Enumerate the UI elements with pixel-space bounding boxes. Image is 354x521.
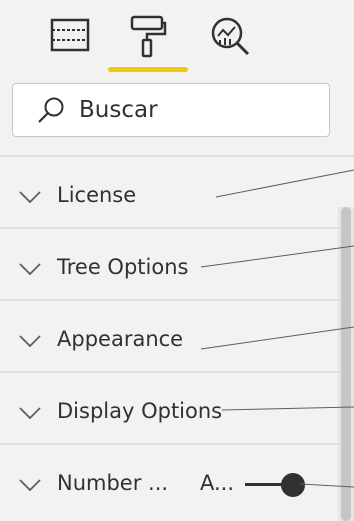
section-label: License: [57, 183, 137, 207]
search-icon: [38, 97, 64, 123]
section-label: Number ...: [57, 471, 169, 495]
chevron-down-icon: [19, 191, 41, 204]
fields-grid-icon: [50, 18, 90, 52]
section-license[interactable]: License: [0, 159, 340, 229]
chevron-down-icon: [19, 263, 41, 276]
analytics-magnifier-icon: [211, 17, 250, 56]
pane-toolbar: [0, 0, 354, 78]
analytics-tab[interactable]: [202, 14, 258, 64]
section-label: Display Options: [57, 399, 223, 423]
chevron-down-icon: [19, 479, 41, 492]
search-placeholder: Buscar: [79, 97, 158, 123]
section-display-options[interactable]: Display Options: [0, 375, 340, 445]
section-tree-options[interactable]: Tree Options: [0, 231, 340, 301]
paint-roller-icon: [130, 15, 167, 58]
section-label: Appearance: [57, 327, 184, 351]
format-tab[interactable]: [108, 14, 188, 64]
section-value: A...: [200, 471, 235, 495]
divider: [0, 155, 354, 157]
search-input[interactable]: Buscar: [12, 83, 330, 137]
chevron-down-icon: [19, 335, 41, 348]
scrollbar-thumb[interactable]: [341, 207, 351, 521]
slider-knob[interactable]: [281, 473, 305, 497]
section-appearance[interactable]: Appearance: [0, 303, 340, 373]
chevron-down-icon: [19, 407, 41, 420]
section-label: Tree Options: [57, 255, 189, 279]
section-number[interactable]: Number ... A...: [0, 447, 340, 517]
active-tab-indicator: [108, 67, 188, 72]
fields-tab[interactable]: [44, 14, 96, 64]
